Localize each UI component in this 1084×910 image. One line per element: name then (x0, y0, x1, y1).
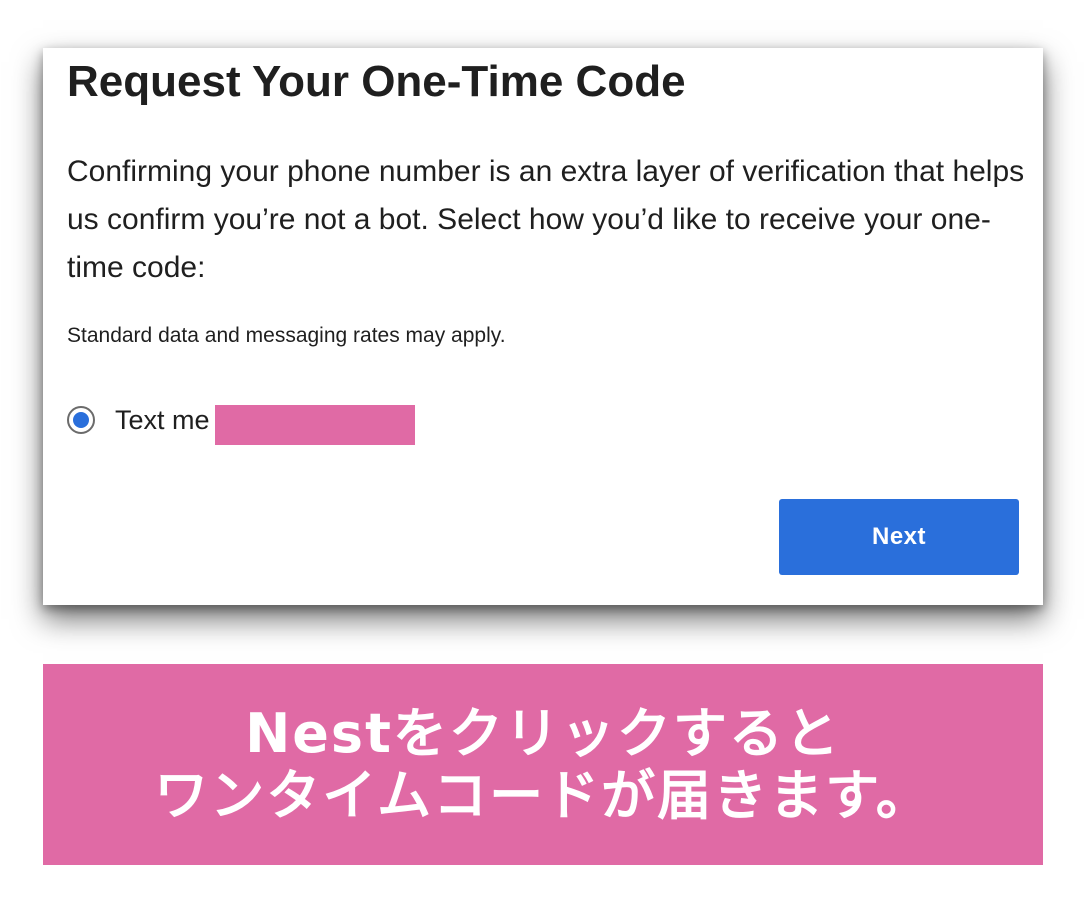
dialog-description: Confirming your phone number is an extra… (67, 155, 1025, 284)
one-time-code-dialog: Request Your One-Time Code Confirming yo… (43, 48, 1043, 605)
dialog-title: Request Your One-Time Code (67, 57, 686, 106)
rates-note: Standard data and messaging rates may ap… (67, 324, 506, 347)
redacted-phone-number (215, 405, 415, 445)
radio-selected-dot (73, 412, 89, 428)
text-me-option[interactable]: Text me (67, 400, 210, 440)
banner-line-2: ワンタイムコードが届きます。 (154, 763, 932, 827)
next-button[interactable]: Next (779, 499, 1019, 575)
text-me-radio[interactable] (67, 406, 95, 434)
text-me-label[interactable]: Text me (115, 403, 210, 437)
instruction-banner: Nestをクリックすると ワンタイムコードが届きます。 (43, 664, 1043, 865)
banner-line-1: Nestをクリックすると (245, 701, 841, 765)
